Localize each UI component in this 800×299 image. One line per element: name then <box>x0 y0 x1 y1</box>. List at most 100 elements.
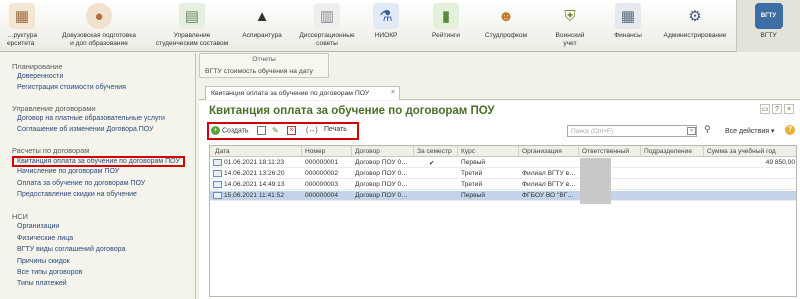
document-icon <box>213 170 222 177</box>
print-button[interactable]: Печать <box>324 126 347 137</box>
redacted-area <box>580 158 611 204</box>
nav-link[interactable]: Все типы договоров <box>17 269 82 276</box>
structure-button[interactable]: (↔) <box>306 126 318 137</box>
delete-icon: × <box>287 126 296 135</box>
column-header[interactable]: Дата <box>215 148 230 155</box>
table-row[interactable]: 14.06.2021 13:26:20 000000002 Договор ПО… <box>210 169 796 179</box>
section-military[interactable]: ⛨ Воинский учет <box>548 0 592 52</box>
nav-link[interactable]: ВГТУ виды соглашений договора <box>17 246 125 253</box>
graduation-cap-icon: ▲ <box>254 7 270 25</box>
person-icon: ● <box>86 3 112 29</box>
copy-icon <box>257 126 266 135</box>
create-label: Создать <box>221 127 249 135</box>
copy-button[interactable] <box>257 126 266 137</box>
nav-link[interactable]: Типы платежей <box>17 280 67 287</box>
cell-org: Филиал ВГТУ в… <box>522 181 576 188</box>
nav-link[interactable]: Физические лица <box>17 235 73 242</box>
cell-course: Первый <box>461 159 485 166</box>
column-header[interactable]: Организация <box>522 148 562 155</box>
cell-contract: Договор ПОУ 0… <box>355 159 408 166</box>
table-row[interactable]: 01.06.2021 18:11:23 000000001 Договор ПО… <box>210 158 796 168</box>
cell-org: Филиал ВГТУ в… <box>522 170 576 177</box>
section-label: Рейтинги <box>432 32 460 39</box>
help-icon[interactable]: ? <box>772 104 782 114</box>
nav-link[interactable]: Доверенности <box>17 73 63 80</box>
cell-semester: ✔ <box>429 160 435 167</box>
cell-date: 15.06.2021 11:41:52 <box>224 192 285 199</box>
section-ratings[interactable]: ▮ Рейтинги <box>424 0 468 52</box>
cell-course: Третий <box>461 170 483 177</box>
section-label: Администрирование <box>663 32 727 39</box>
section-structure[interactable]: ▦ …руктура ерситета <box>0 0 44 52</box>
section-label: Воинский учет <box>555 32 585 47</box>
column-header[interactable]: Сумма за учебный год <box>707 148 776 155</box>
cell-date: 01.06.2021 18:11:23 <box>224 159 285 166</box>
column-header[interactable]: За семестр <box>417 148 452 155</box>
table-row-selected[interactable]: 15.06.2021 11:41:52 000000004 Договор ПО… <box>210 191 796 201</box>
column-header[interactable]: Номер <box>305 148 325 155</box>
column-header[interactable]: Подразделение <box>644 148 692 155</box>
close-icon[interactable]: × <box>391 89 395 96</box>
science-icon: ⚗ <box>373 3 399 29</box>
help-icon[interactable]: ? <box>785 125 795 135</box>
nav-link[interactable]: Предоставление скидки на обучение <box>17 191 137 198</box>
search-icon[interactable]: ⚲ <box>704 124 711 135</box>
cell-contract: Договор ПОУ 0… <box>355 192 408 199</box>
section-label: Аспирантура <box>242 32 282 39</box>
people-icon: ☻ <box>498 7 514 25</box>
gear-icon: ⚙ <box>688 7 702 25</box>
section-label: …руктура ерситета <box>6 32 38 47</box>
section-pre-university[interactable]: ● Довузовская подготовка и доп образован… <box>50 0 148 52</box>
section-label: ВГТУ <box>760 32 777 39</box>
section-student-management[interactable]: ▤ Управление студенческим составом <box>146 0 238 52</box>
table-row[interactable]: 14.06.2021 14:49:13 000000003 Договор ПО… <box>210 180 796 190</box>
nav-link[interactable]: Регистрация стоимости обучения <box>17 84 126 91</box>
restore-icon[interactable]: ▭ <box>760 104 770 114</box>
report-link[interactable]: ВГТУ стоимость обучения на дату <box>205 68 313 75</box>
section-administration[interactable]: ⚙ Администрирование <box>660 0 730 52</box>
section-finance[interactable]: ▦ Финансы <box>608 0 648 52</box>
section-vgtu[interactable]: ВГТУ ВГТУ <box>736 0 800 52</box>
search-input[interactable]: Поиск (Ctrl+F) <box>567 125 697 137</box>
nav-link[interactable]: Организации <box>17 223 59 230</box>
nav-link[interactable]: Договор на платные образовательные услуг… <box>17 115 165 122</box>
section-label: Финансы <box>614 32 642 39</box>
receipts-table: Дата Номер Договор За семестр Курс Орган… <box>209 145 797 297</box>
edit-button[interactable]: ✎ <box>272 126 281 137</box>
section-studprofkom[interactable]: ☻ Студпрофком <box>482 0 530 52</box>
cell-date: 14.06.2021 14:49:13 <box>224 181 285 188</box>
close-icon[interactable]: × <box>784 104 794 114</box>
create-button[interactable]: + Создать <box>211 126 249 137</box>
nav-link[interactable]: Соглашение об изменении Договора ПОУ <box>17 126 154 133</box>
cell-course: Первый <box>461 192 485 199</box>
navigation-panel: Планирование Доверенности Регистрация ст… <box>0 53 196 299</box>
nav-link[interactable]: Начисление по договорам ПОУ <box>17 168 119 175</box>
clear-search-icon[interactable]: × <box>687 127 696 135</box>
delete-button[interactable]: × <box>287 126 296 137</box>
section-postgraduate[interactable]: ▲ Аспирантура <box>236 0 288 52</box>
section-label: Диссертационные советы <box>299 32 355 47</box>
university-logo-icon: ВГТУ <box>754 3 783 29</box>
reports-panel: Отчеты ВГТУ стоимость обучения на дату <box>199 53 329 78</box>
all-actions-menu[interactable]: Все действия ▾ <box>725 127 774 135</box>
nav-group-title: Расчеты по договорам <box>12 146 90 155</box>
section-niokr[interactable]: ⚗ НИОКР <box>366 0 406 52</box>
tab-receipts[interactable]: Квитанция оплата за обучение по договора… <box>205 86 400 100</box>
nav-link-current[interactable]: Квитанция оплата за обучение по договора… <box>12 156 185 167</box>
cell-sum: 49 850,00 <box>765 159 795 166</box>
list-form: Квитанция оплата за обучение по договора… <box>199 101 800 299</box>
tab-label: Квитанция оплата за обучение по договора… <box>211 90 370 97</box>
section-label: Довузовская подготовка и доп образование <box>62 32 136 47</box>
nav-link[interactable]: Оплата за обучение по договорам ПОУ <box>17 180 145 187</box>
nav-link[interactable]: Причины скидок <box>17 258 70 265</box>
column-header[interactable]: Курс <box>461 148 475 155</box>
document-icon <box>213 192 222 199</box>
section-dissertation-councils[interactable]: ▥ Диссертационные советы <box>294 0 360 52</box>
column-header[interactable]: Договор <box>355 148 380 155</box>
column-header[interactable]: Ответственный <box>582 148 629 155</box>
nav-group-title: НСИ <box>12 212 28 221</box>
document-icon <box>213 181 222 188</box>
section-label: Студпрофком <box>484 32 528 39</box>
ratings-icon: ▮ <box>433 3 459 29</box>
documents-icon: ▤ <box>179 3 205 29</box>
